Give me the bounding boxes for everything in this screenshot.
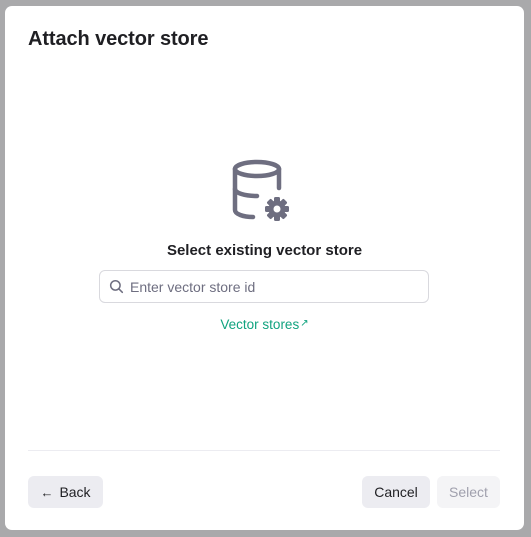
cancel-button[interactable]: Cancel (362, 476, 430, 508)
vector-stores-link[interactable]: Vector stores↗ (5, 317, 524, 332)
back-button[interactable]: ← Back (28, 476, 103, 508)
back-button-label: Back (59, 484, 91, 500)
select-button[interactable]: Select (437, 476, 500, 508)
vector-store-search-field[interactable] (99, 270, 429, 303)
attach-vector-store-dialog: Attach vector store Select existing vect… (5, 6, 524, 530)
empty-state-prompt: Select existing vector store (166, 242, 363, 259)
arrow-left-icon: ← (40, 484, 54, 500)
external-link-icon: ↗ (300, 318, 309, 329)
footer-divider (28, 450, 500, 451)
vector-store-id-input[interactable] (130, 271, 420, 302)
dialog-title: Attach vector store (28, 28, 209, 50)
search-icon (109, 279, 124, 294)
vector-stores-link-label: Vector stores (220, 317, 300, 332)
database-settings-icon (232, 159, 289, 221)
